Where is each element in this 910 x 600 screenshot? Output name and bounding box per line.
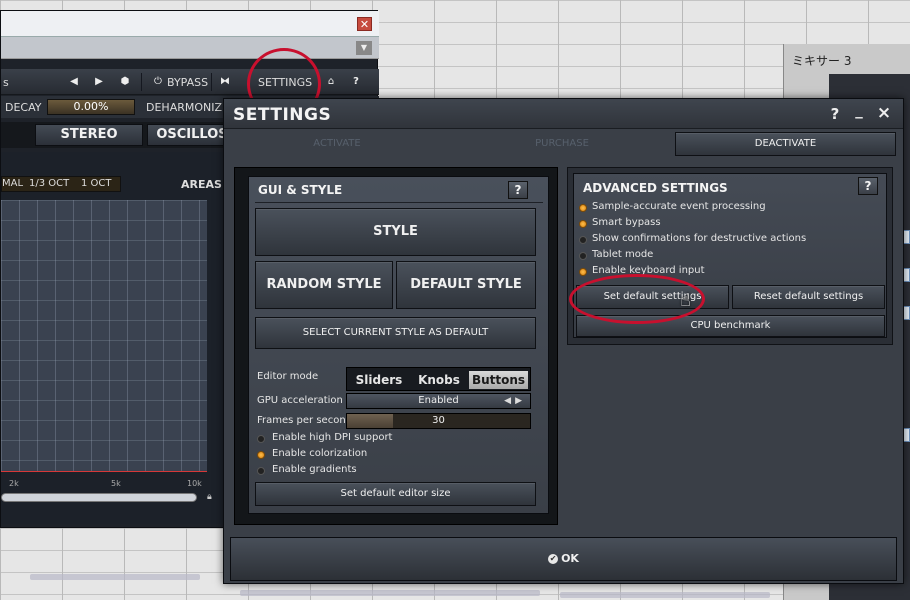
gui-style-heading: GUI & STYLE (258, 183, 343, 197)
mixer-slot-tag[interactable] (903, 230, 910, 244)
analyzer-resolution-selector[interactable]: MAL 1/3 OCT 1 OCT (1, 176, 121, 192)
bypass-button[interactable]: BYPASS (167, 76, 208, 89)
settings-dialog: SETTINGS ? _ × ACTIVATE PURCHASE DEACTIV… (223, 98, 904, 584)
ok-button[interactable]: ✔ OK (230, 537, 897, 581)
colorization-label: Enable colorization (272, 448, 368, 459)
close-button[interactable]: × (875, 103, 893, 123)
gpu-label: GPU acceleration (257, 395, 343, 406)
help-button[interactable]: ? (348, 74, 364, 90)
fps-value: 30 (432, 415, 445, 426)
toolbar-left-text: s (3, 76, 9, 89)
close-icon[interactable]: ✕ (357, 17, 372, 31)
tab-stereo[interactable]: STEREO (35, 124, 143, 146)
confirmations-label: Show confirmations for destructive actio… (592, 233, 807, 244)
gpu-acceleration-dropdown[interactable]: Enabled ◀▶ (346, 393, 531, 409)
fps-label: Frames per second (257, 415, 352, 426)
hand-cursor-icon: ☝ (680, 290, 691, 311)
radio-tablet-mode[interactable] (579, 252, 587, 260)
default-style-button[interactable]: DEFAULT STYLE (396, 261, 536, 309)
lock-icon[interactable]: 🔒︎ (207, 492, 212, 502)
deactivate-button[interactable]: DEACTIVATE (675, 132, 896, 156)
ok-label: OK (561, 552, 579, 565)
mode-option[interactable]: 1/3 OCT (29, 178, 69, 189)
radio-gradients[interactable] (257, 467, 265, 475)
radio-colorization[interactable] (257, 451, 265, 459)
radio-keyboard-input[interactable] (579, 268, 587, 276)
activate-button: ACTIVATE (313, 138, 361, 149)
gradients-label: Enable gradients (272, 464, 357, 475)
tablet-mode-label: Tablet mode (592, 249, 654, 260)
fps-slider-fill (347, 414, 393, 428)
freq-tick: 2k (9, 479, 19, 488)
dice-icon[interactable]: ⬢ (117, 74, 133, 90)
deharmonize-label: DEHARMONIZE (146, 101, 229, 114)
radio-high-dpi[interactable] (257, 435, 265, 443)
arrows-icon[interactable]: ◀▶ (504, 394, 526, 408)
editor-mode-sliders[interactable]: Sliders (351, 371, 407, 389)
chevron-down-icon[interactable]: ▼ (356, 41, 372, 55)
spectrum-analyzer: MAL 1/3 OCT 1 OCT AREAS 2k 5k 10k 🔒︎ (1, 152, 223, 524)
toolbar-divider (141, 73, 142, 91)
gpu-value: Enabled (418, 395, 459, 406)
bypass-icon: ⏻ (154, 76, 162, 87)
sliders-icon[interactable]: ⧓ (217, 74, 233, 90)
home-icon[interactable]: ⌂ (323, 74, 339, 90)
gui-style-inner: GUI & STYLE ? STYLE RANDOM STYLE DEFAULT… (248, 176, 549, 514)
mode-option[interactable]: MAL (2, 178, 23, 189)
mixer-slot-tag[interactable] (903, 306, 910, 320)
editor-mode-selector[interactable]: Sliders Knobs Buttons (346, 367, 531, 391)
editor-mode-knobs[interactable]: Knobs (411, 371, 467, 389)
plugin-titlebar: ✕ (1, 11, 379, 37)
gui-style-panel: GUI & STYLE ? STYLE RANDOM STYLE DEFAULT… (234, 167, 558, 525)
plugin-preset-bar: ▼ (1, 37, 379, 59)
mixer-title: ミキサー 3 (792, 54, 852, 68)
reset-default-settings-button[interactable]: Reset default settings (732, 285, 885, 309)
radio-confirmations[interactable] (579, 236, 587, 244)
next-arrow-icon[interactable]: ▶ (91, 74, 107, 90)
radio-smart-bypass[interactable] (579, 220, 587, 228)
check-icon: ✔ (548, 554, 559, 564)
high-dpi-label: Enable high DPI support (272, 432, 393, 443)
editor-mode-buttons[interactable]: Buttons (469, 371, 528, 389)
select-current-style-button[interactable]: SELECT CURRENT STYLE AS DEFAULT (255, 317, 536, 349)
mixer-slot-tag[interactable] (903, 268, 910, 282)
random-style-button[interactable]: RANDOM STYLE (255, 261, 393, 309)
divider (255, 202, 543, 203)
toolbar-divider (211, 73, 212, 91)
editor-mode-label: Editor mode (257, 371, 319, 382)
analyzer-scrollbar[interactable] (1, 493, 197, 502)
advanced-help-button[interactable]: ? (858, 177, 878, 195)
decay-label: DECAY (5, 101, 42, 114)
blurred-track-text (560, 592, 770, 598)
style-button[interactable]: STYLE (255, 208, 536, 256)
sample-accurate-label: Sample-accurate event processing (592, 201, 766, 212)
advanced-settings-heading: ADVANCED SETTINGS (583, 181, 728, 195)
radio-sample-accurate[interactable] (579, 204, 587, 212)
decay-value[interactable]: 0.00% (47, 99, 135, 115)
smart-bypass-label: Smart bypass (592, 217, 661, 228)
dialog-title: SETTINGS (233, 105, 332, 125)
set-default-editor-size-button[interactable]: Set default editor size (255, 482, 536, 506)
blurred-track-text (30, 574, 200, 580)
minimize-button[interactable]: _ (850, 101, 868, 119)
mixer-slot-tag[interactable] (903, 428, 910, 442)
blurred-track-text (240, 590, 540, 596)
purchase-button: PURCHASE (535, 138, 589, 149)
plugin-toolbar: s ◀ ▶ ⬢ ⏻ BYPASS ⧓ SETTINGS ⌂ ? (1, 69, 379, 95)
mode-option[interactable]: 1 OCT (81, 178, 112, 189)
prev-arrow-icon[interactable]: ◀ (66, 74, 82, 90)
fps-slider[interactable]: 30 (346, 413, 531, 429)
freq-tick: 5k (111, 479, 121, 488)
analyzer-grid[interactable] (1, 200, 207, 472)
gui-help-button[interactable]: ? (508, 181, 528, 199)
areas-label: AREAS (181, 178, 222, 191)
freq-tick: 10k (187, 479, 202, 488)
help-button[interactable]: ? (826, 105, 844, 123)
